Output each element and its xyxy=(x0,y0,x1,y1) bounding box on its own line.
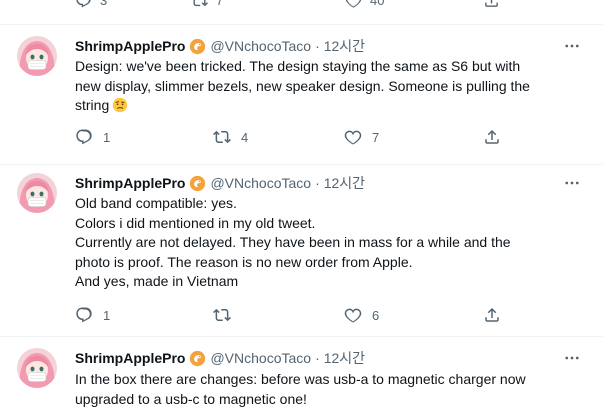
tweet-text: Old band compatible: yes. Colors i did m… xyxy=(75,194,580,292)
retweet-count: 4 xyxy=(241,129,249,145)
tweet-text: In the box there are changes: before was… xyxy=(75,370,580,409)
display-name[interactable]: ShrimpApplePro xyxy=(75,350,185,366)
tweet-line: Old band compatible: yes. xyxy=(75,195,237,211)
timestamp[interactable]: 12시간 xyxy=(324,173,365,193)
reply-icon xyxy=(75,128,93,146)
avatar[interactable] xyxy=(17,36,57,76)
tweet[interactable]: ShrimpApplePro @VNchocoTaco · 12시간 In th… xyxy=(0,336,603,419)
tweet-line: In the box there are changes: before was… xyxy=(75,371,526,387)
share-icon xyxy=(483,0,500,9)
user-handle[interactable]: @VNchocoTaco xyxy=(210,175,311,191)
reply-count: 1 xyxy=(103,129,111,145)
like-icon xyxy=(344,128,362,146)
previous-tweet-actions: 3 7 40 xyxy=(0,0,603,9)
retweet-icon xyxy=(191,0,208,9)
like-icon xyxy=(344,306,362,324)
like-button[interactable]: 40 xyxy=(345,0,384,9)
retweet-icon xyxy=(213,306,231,324)
tweet-header: ShrimpApplePro @VNchocoTaco · 12시간 xyxy=(75,173,365,193)
like-icon xyxy=(345,0,362,9)
like-button[interactable]: 7 xyxy=(344,128,379,146)
reply-button[interactable]: 3 xyxy=(75,0,107,9)
tweet-header: ShrimpApplePro @VNchocoTaco · 12시간 xyxy=(75,36,365,56)
reply-icon xyxy=(75,0,92,9)
raised-eyebrow-face-icon xyxy=(112,97,128,113)
like-button[interactable]: 6 xyxy=(344,306,379,324)
retweet-button[interactable] xyxy=(213,306,231,324)
reply-button[interactable]: 1 xyxy=(75,128,110,146)
more-icon[interactable] xyxy=(563,174,581,192)
tweet-header: ShrimpApplePro @VNchocoTaco · 12시간 xyxy=(75,348,365,368)
share-button[interactable] xyxy=(483,306,501,324)
tweet-line: Currently are not delayed. They have bee… xyxy=(75,234,511,250)
share-button[interactable] xyxy=(483,0,500,9)
more-icon[interactable] xyxy=(563,37,581,55)
avatar[interactable] xyxy=(17,348,57,388)
timestamp[interactable]: 12시간 xyxy=(324,348,365,368)
separator: · xyxy=(315,175,320,191)
tweet-line: Colors i did mentioned in my old tweet. xyxy=(75,214,316,231)
reply-count: 1 xyxy=(103,307,111,323)
separator: · xyxy=(315,350,320,366)
share-icon xyxy=(483,128,501,146)
tweet-text: Design: we've been tricked. The design s… xyxy=(75,57,580,116)
retweet-button[interactable]: 7 xyxy=(191,0,223,9)
shrimp-badge-icon xyxy=(189,175,206,192)
share-icon xyxy=(483,306,501,324)
like-count: 7 xyxy=(372,129,380,145)
shrimp-badge-icon xyxy=(189,350,206,367)
tweet-line: upgraded to a usb-c to magnetic one! xyxy=(75,390,307,407)
shrimp-badge-icon xyxy=(189,38,206,55)
tweet-line: And yes, made in Vietnam xyxy=(75,273,239,289)
retweet-count: 7 xyxy=(216,0,224,8)
reply-button[interactable]: 1 xyxy=(75,306,110,324)
timestamp[interactable]: 12시간 xyxy=(324,36,365,56)
user-handle[interactable]: @VNchocoTaco xyxy=(210,38,311,54)
retweet-button[interactable]: 4 xyxy=(213,128,248,146)
user-handle[interactable]: @VNchocoTaco xyxy=(210,350,311,366)
tweet[interactable]: ShrimpApplePro @VNchocoTaco · 12시간 Desig… xyxy=(0,24,603,164)
like-count: 40 xyxy=(370,0,385,8)
tweet[interactable]: ShrimpApplePro @VNchocoTaco · 12시간 Old b… xyxy=(0,164,603,342)
tweet-line: new display, slimmer bezels, new speaker… xyxy=(75,77,530,94)
separator: · xyxy=(315,38,320,54)
display-name[interactable]: ShrimpApplePro xyxy=(75,175,185,191)
retweet-icon xyxy=(213,128,231,146)
tweet-line: Design: we've been tricked. The design s… xyxy=(75,58,521,74)
display-name[interactable]: ShrimpApplePro xyxy=(75,38,185,54)
like-count: 6 xyxy=(372,307,380,323)
tweet-line: photo is proof. The reason is no new ord… xyxy=(75,253,413,270)
tweet-line: string xyxy=(75,97,110,113)
reply-icon xyxy=(75,306,93,324)
tweet-actions: 1 4 7 xyxy=(75,128,505,148)
avatar[interactable] xyxy=(17,173,57,213)
reply-count: 3 xyxy=(100,0,108,8)
more-icon[interactable] xyxy=(563,349,581,367)
share-button[interactable] xyxy=(483,128,501,146)
tweet-actions: 1 6 xyxy=(75,306,505,326)
